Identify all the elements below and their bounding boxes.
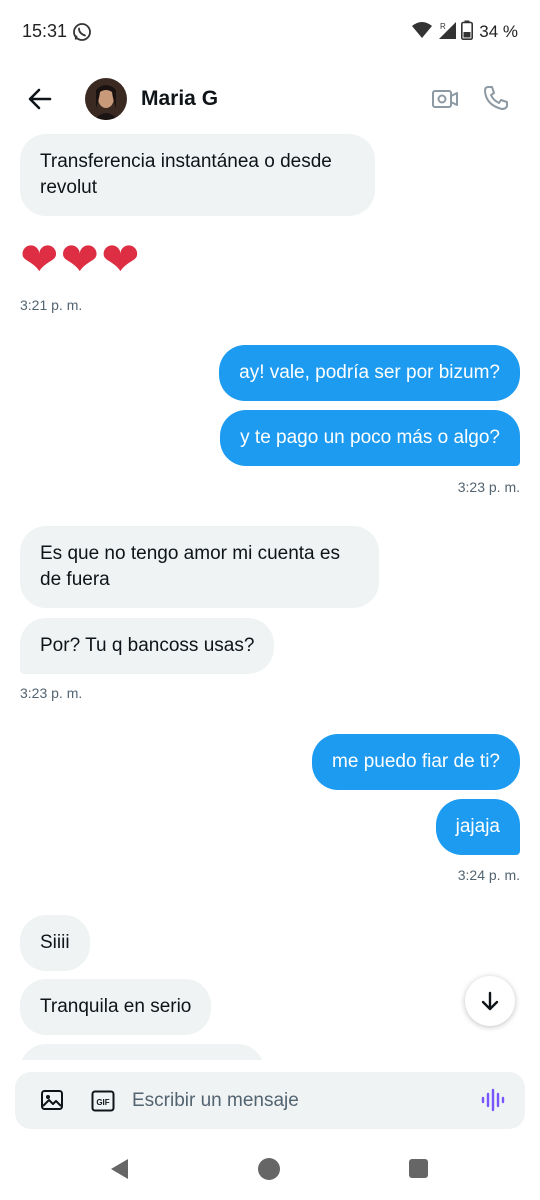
arrow-down-icon: [481, 991, 499, 1011]
status-time: 15:31: [22, 21, 68, 41]
add-image-button[interactable]: [40, 1088, 64, 1112]
status-bar: 15:31 R 34 %: [0, 0, 540, 64]
phone-call-button[interactable]: [482, 84, 510, 112]
triangle-back-icon: [111, 1159, 128, 1179]
emoji-message[interactable]: ❤❤❤: [20, 234, 142, 284]
contact-name[interactable]: Maria G: [141, 87, 218, 111]
nav-recents-button[interactable]: [409, 1159, 428, 1178]
gif-icon: GIF: [91, 1090, 115, 1112]
message-list[interactable]: Transferencia instantánea o desde revolu…: [0, 134, 540, 1060]
message-composer: GIF: [15, 1072, 525, 1129]
wifi-icon: [411, 21, 433, 44]
timestamp: 3:23 p. m.: [457, 479, 520, 495]
heart-emoji: ❤❤❤: [20, 232, 142, 286]
nav-home-button[interactable]: [258, 1158, 280, 1180]
system-navigation-bar: [0, 1140, 540, 1200]
video-call-button[interactable]: [430, 84, 460, 114]
scroll-to-bottom-button[interactable]: [465, 976, 515, 1026]
battery-percent: 34 %: [479, 22, 518, 41]
voice-message-button[interactable]: [481, 1088, 505, 1112]
battery-icon: [461, 20, 474, 45]
incoming-message[interactable]: Siiii: [20, 915, 90, 971]
conversation-header: Maria G: [0, 64, 540, 134]
gif-button[interactable]: GIF: [91, 1089, 115, 1113]
avatar[interactable]: [85, 78, 127, 120]
incoming-message[interactable]: Tranquila en serio: [20, 979, 212, 1035]
video-call-icon: [432, 90, 458, 108]
image-icon: [41, 1090, 63, 1110]
status-icons: R 34 %: [411, 20, 518, 44]
incoming-message[interactable]: Por? Tu q bancoss usas?: [20, 618, 275, 674]
back-arrow-icon: [28, 88, 52, 110]
nav-back-button[interactable]: [108, 1157, 132, 1186]
outgoing-message[interactable]: me puedo fiar de ti?: [312, 734, 520, 790]
timestamp: 3:24 p. m.: [457, 867, 520, 883]
back-button[interactable]: [22, 83, 58, 115]
message-input[interactable]: [132, 1086, 462, 1116]
incoming-message[interactable]: Transferencia instantánea o desde revolu…: [20, 134, 375, 216]
incoming-message[interactable]: Es que no tengo amor mi cuenta es de fue…: [20, 526, 379, 608]
outgoing-message[interactable]: y te pago un poco más o algo?: [220, 410, 520, 466]
whatsapp-icon: [72, 22, 92, 47]
svg-text:GIF: GIF: [96, 1098, 109, 1107]
outgoing-message[interactable]: jajaja: [435, 799, 520, 855]
phone-call-icon: [484, 86, 508, 110]
svg-text:R: R: [440, 22, 446, 31]
timestamp: 3:23 p. m.: [20, 685, 83, 701]
incoming-message-partial[interactable]: [20, 1044, 264, 1060]
timestamp: 3:21 p. m.: [20, 297, 83, 313]
outgoing-message[interactable]: ay! vale, podría ser por bizum?: [219, 345, 520, 401]
signal-icon: R: [437, 20, 457, 45]
voice-waveform-icon: [481, 1088, 505, 1112]
